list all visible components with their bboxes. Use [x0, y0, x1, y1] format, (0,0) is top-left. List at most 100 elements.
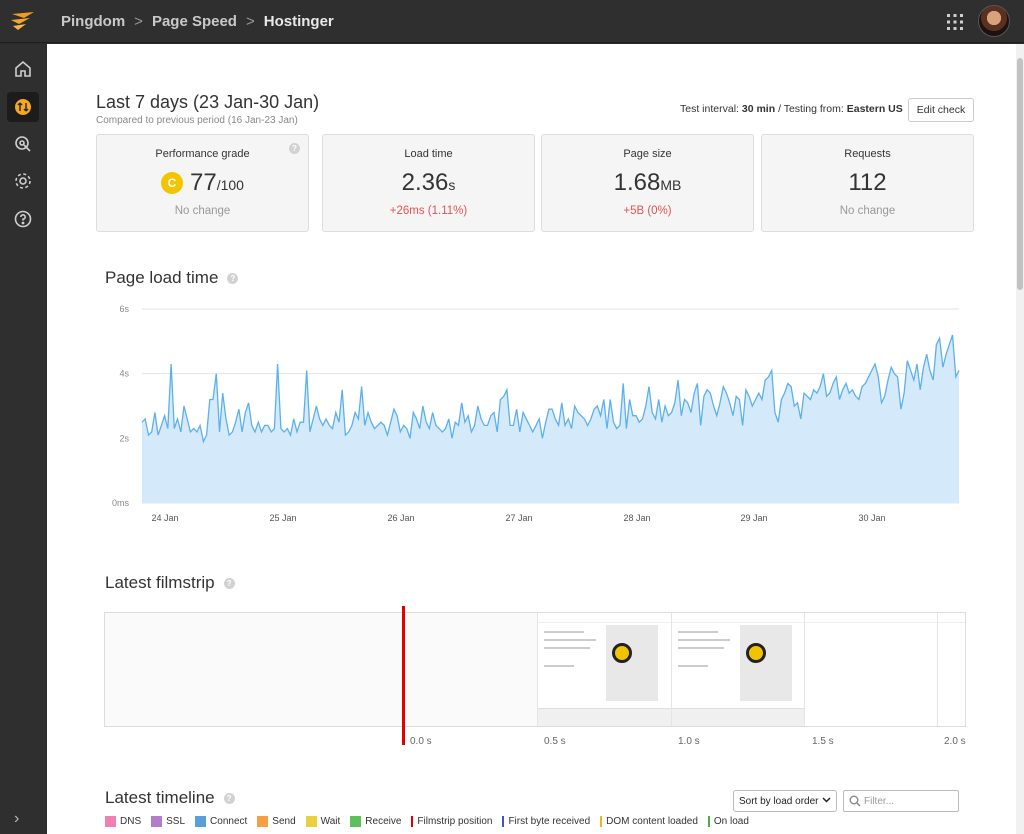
- sidebar-expand-button[interactable]: ›: [14, 810, 19, 828]
- search-icon: [849, 795, 861, 810]
- page-size-value: 1.68: [613, 169, 661, 196]
- chart-y-tick-label: 0ms: [112, 498, 130, 508]
- chart-y-tick-label: 2s: [119, 433, 129, 443]
- page-speed-icon[interactable]: [7, 92, 39, 122]
- chart-x-tick-label: 26 Jan: [387, 513, 414, 523]
- breadcrumb: Pingdom > Page Speed > Hostinger: [61, 13, 334, 30]
- frame-speaker-cone: [612, 643, 632, 663]
- card-unit: s: [448, 177, 456, 193]
- frame-nav: [805, 613, 937, 623]
- filmstrip[interactable]: [104, 612, 966, 727]
- legend-item: DOM content loaded: [600, 816, 698, 827]
- legend-label: Connect: [210, 816, 248, 827]
- card-unit: MB: [660, 177, 682, 193]
- legend-swatch: [305, 816, 317, 827]
- legend-item: On load: [707, 816, 749, 827]
- filmstrip-frame[interactable]: [804, 613, 937, 726]
- frame-product-image: [740, 625, 792, 701]
- card-label: Performance grade: [155, 148, 250, 160]
- chart-x-tick-label: 27 Jan: [505, 513, 532, 523]
- frame-nav: [938, 613, 965, 623]
- sort-select[interactable]: Sort by load order: [733, 790, 837, 812]
- legend-item: Send: [257, 816, 296, 827]
- filmstrip-frame[interactable]: [537, 613, 671, 726]
- frame-text: [678, 631, 718, 633]
- legend-item: Connect: [195, 816, 247, 827]
- frame-text: [544, 665, 574, 667]
- chart-x-tick-label: 28 Jan: [623, 513, 650, 523]
- home-icon[interactable]: [7, 54, 39, 84]
- help-icon[interactable]: ?: [289, 143, 300, 154]
- page-load-chart-svg: 0ms 2s 4s 6s 24 Jan 25 Jan 26 Jan 27 Jan 28 Jan 2…: [112, 304, 960, 523]
- apps-grid-icon[interactable]: [946, 13, 964, 31]
- timeline-heading: Latest timeline ?: [105, 788, 235, 808]
- frame-text: [544, 631, 584, 633]
- card-label: Page size: [623, 148, 672, 160]
- card-unit: /100: [216, 177, 244, 193]
- filter-input[interactable]: Filter...: [843, 790, 959, 812]
- chart-y-tick-label: 4s: [119, 369, 129, 379]
- performance-grade-card: ? Performance grade C 77/100 No change: [96, 134, 309, 232]
- card-label: Load time: [404, 148, 453, 160]
- test-interval-label: Test interval:: [680, 103, 739, 115]
- filmstrip-frame[interactable]: [937, 613, 965, 726]
- legend-label: First byte received: [508, 816, 591, 827]
- legend-label: DNS: [120, 816, 142, 827]
- chart-x-tick-label: 29 Jan: [740, 513, 767, 523]
- legend-swatch: [350, 816, 362, 827]
- filmstrip-tick: 0.5 s: [544, 736, 566, 747]
- help-icon[interactable]: [7, 204, 39, 234]
- legend-swatch: [151, 816, 163, 827]
- gear-icon[interactable]: [7, 166, 39, 196]
- scrollbar-thumb[interactable]: [1017, 58, 1023, 290]
- legend-label: Filmstrip position: [417, 816, 493, 827]
- page-load-chart[interactable]: 0ms 2s 4s 6s 24 Jan 25 Jan 26 Jan 27 Jan 28 Jan 2…: [102, 301, 962, 526]
- card-value: 112: [762, 169, 973, 197]
- frame-speaker-cone: [746, 643, 766, 663]
- legend-swatch: [707, 816, 710, 827]
- breadcrumb-page-speed[interactable]: Page Speed: [152, 13, 237, 30]
- filmstrip-position-marker[interactable]: [402, 606, 405, 745]
- test-interval-value: 30 min: [741, 103, 776, 115]
- avatar[interactable]: [978, 5, 1010, 37]
- help-icon[interactable]: ?: [223, 577, 235, 589]
- help-icon[interactable]: ?: [227, 272, 239, 284]
- legend-label: Receive: [365, 816, 402, 827]
- help-icon[interactable]: ?: [223, 792, 235, 804]
- filmstrip-frame[interactable]: [671, 613, 804, 726]
- legend-item: Receive: [350, 816, 401, 827]
- chart-area-fill: [142, 334, 959, 503]
- legend-label: Wait: [320, 816, 341, 827]
- filmstrip-tick: 0.0 s: [410, 736, 432, 747]
- legend-item: DNS: [105, 816, 141, 827]
- breadcrumb-separator: >: [134, 12, 143, 30]
- sidebar: ›: [0, 44, 46, 834]
- filmstrip-heading: Latest filmstrip ?: [105, 573, 235, 593]
- section-title-text: Page load time: [105, 268, 219, 287]
- section-title-text: Latest filmstrip: [105, 573, 215, 592]
- frame-product-strip: [672, 708, 804, 726]
- breadcrumb-pingdom[interactable]: Pingdom: [61, 13, 125, 30]
- timeline-legend: DNS SSL Connect Send Wait Receive Filmstrip po…: [105, 816, 759, 827]
- monitor-cursor-icon[interactable]: [7, 129, 39, 159]
- edit-check-button[interactable]: Edit check: [908, 98, 974, 122]
- frame-text: [678, 639, 730, 641]
- frame-product-strip: [538, 708, 671, 726]
- section-title-text: Latest timeline: [105, 788, 215, 807]
- chart-x-tick-label: 25 Jan: [269, 513, 296, 523]
- legend-item: SSL: [151, 816, 185, 827]
- frame-nav: [538, 613, 671, 623]
- page-size-card: Page size 1.68 MB +5B (0%): [541, 134, 754, 232]
- legend-swatch: [411, 816, 414, 827]
- legend-swatch: [600, 816, 603, 827]
- frame-text: [678, 647, 724, 649]
- legend-swatch: [257, 816, 269, 827]
- frame-product-image: [606, 625, 658, 701]
- load-time-value: 2.36: [401, 169, 449, 196]
- legend-label: SSL: [166, 816, 186, 827]
- card-value: C 77/100: [97, 169, 308, 197]
- solarwinds-logo-icon[interactable]: [0, 0, 46, 43]
- frame-text: [544, 639, 596, 641]
- filmstrip-tick: 1.5 s: [812, 736, 834, 747]
- legend-swatch: [105, 816, 116, 827]
